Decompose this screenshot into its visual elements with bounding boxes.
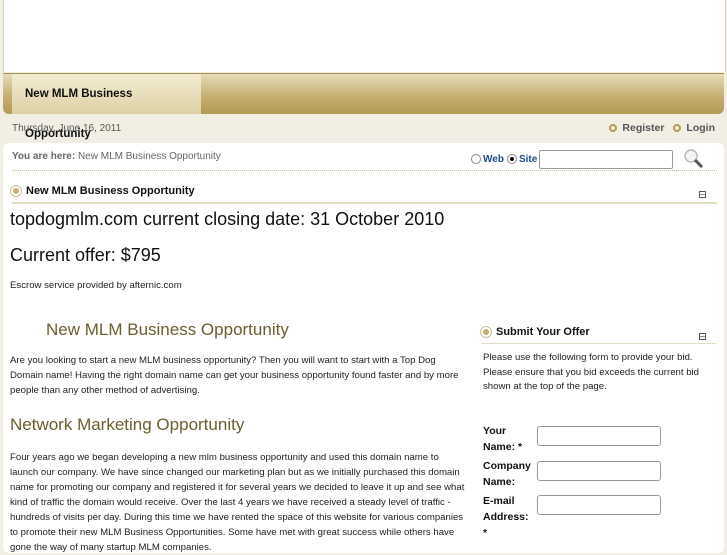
- search-icon[interactable]: [683, 148, 705, 170]
- bullet-icon: [609, 124, 618, 132]
- radio-web-label: Web: [483, 153, 504, 165]
- bullet-icon: [673, 124, 682, 132]
- divider: [481, 343, 716, 344]
- current-date: Thursday, June 16, 2011: [12, 123, 122, 134]
- name-input[interactable]: [537, 426, 661, 446]
- breadcrumb-label: You are here:: [12, 151, 76, 162]
- offer-module-title: Submit Your Offer: [480, 326, 590, 338]
- offer-title-text: Submit Your Offer: [496, 326, 590, 338]
- module-title: New MLM Business Opportunity: [10, 185, 195, 197]
- breadcrumb-current: New MLM Business Opportunity: [77, 151, 221, 162]
- bullet-icon: [10, 185, 22, 197]
- module-title-text: New MLM Business Opportunity: [26, 185, 195, 197]
- collapse-icon[interactable]: –: [699, 333, 706, 341]
- radio-web[interactable]: [471, 154, 481, 164]
- search-input[interactable]: [539, 149, 674, 169]
- escrow-note: Escrow service provided by afternic.com: [10, 280, 182, 291]
- search-form: Web Site: [471, 148, 705, 170]
- divider: [12, 170, 717, 171]
- divider: [12, 202, 717, 204]
- register-link[interactable]: Register: [622, 122, 664, 134]
- name-label: Your Name: *: [483, 425, 523, 453]
- intro-paragraph: Are you looking to start a new MLM busin…: [10, 355, 459, 396]
- company-input[interactable]: [537, 461, 661, 481]
- current-offer: Current offer: $795: [10, 245, 161, 265]
- user-links: Register Login: [609, 122, 715, 134]
- section-heading: New MLM Business Opportunity: [46, 320, 289, 339]
- email-input[interactable]: [537, 495, 661, 515]
- offer-intro: Please use the following form to provide…: [483, 352, 699, 392]
- radio-site[interactable]: [506, 154, 517, 164]
- breadcrumb: You are here: New MLM Business Opportuni…: [12, 151, 221, 162]
- closing-date: topdogmlm.com current closing date: 31 O…: [10, 209, 445, 229]
- header-banner: [3, 0, 726, 72]
- email-label: E-mail Address: *: [483, 495, 529, 539]
- radio-site-label: Site: [518, 153, 538, 165]
- section-heading: Network Marketing Opportunity: [10, 415, 245, 434]
- nav-tab-home[interactable]: New MLM Business Opportunity: [12, 74, 201, 140]
- main-nav: New MLM Business Opportunity: [3, 73, 724, 140]
- company-label: Company Name:: [483, 460, 531, 488]
- story-paragraph: Four years ago we began developing a new…: [10, 452, 465, 553]
- content-panel: You are here: New MLM Business Opportuni…: [3, 143, 724, 553]
- bullet-icon: [480, 326, 492, 338]
- login-link[interactable]: Login: [686, 122, 715, 134]
- collapse-icon[interactable]: –: [699, 191, 706, 199]
